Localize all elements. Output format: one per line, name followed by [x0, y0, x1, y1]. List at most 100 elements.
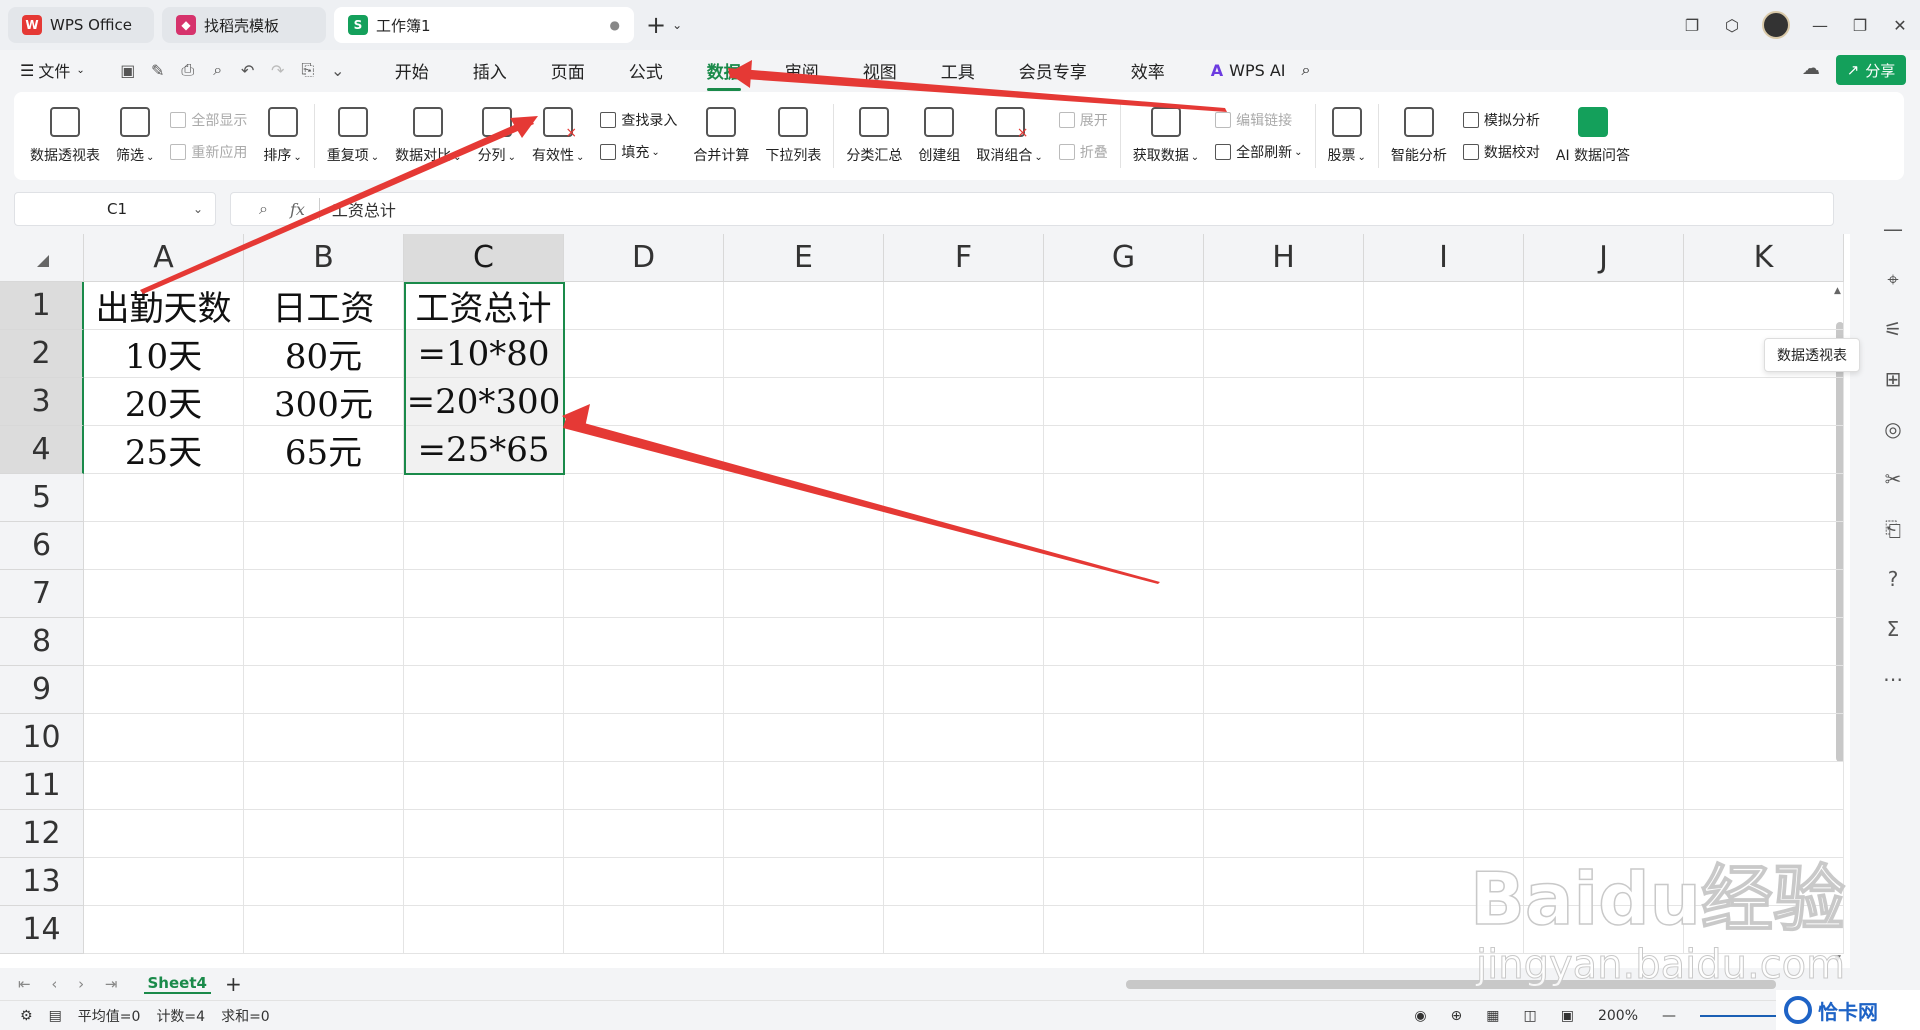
- cell-c8[interactable]: [404, 618, 564, 666]
- cell-b10[interactable]: [244, 714, 404, 762]
- sort-button[interactable]: 排序 ⌄: [255, 107, 309, 165]
- export-icon[interactable]: ⎘: [293, 60, 323, 80]
- tab-view[interactable]: 视图: [841, 58, 919, 83]
- print-preview-icon[interactable]: ⌕: [203, 60, 233, 80]
- cloud-upload-icon[interactable]: ☁: [1802, 58, 1820, 79]
- cell-h8[interactable]: [1204, 618, 1364, 666]
- cell-c6[interactable]: [404, 522, 564, 570]
- cell-c14[interactable]: [404, 906, 564, 954]
- more-icon[interactable]: ⋯: [1883, 654, 1903, 704]
- cell-h12[interactable]: [1204, 810, 1364, 858]
- cell-k8[interactable]: [1684, 618, 1844, 666]
- cell-j3[interactable]: [1524, 378, 1684, 426]
- show-all-button[interactable]: 全部显示: [170, 110, 247, 130]
- cell-g6[interactable]: [1044, 522, 1204, 570]
- hamburger-icon[interactable]: ☰: [20, 61, 34, 80]
- cell-f14[interactable]: [884, 906, 1044, 954]
- sum-icon[interactable]: Σ: [1887, 604, 1900, 654]
- cell-e8[interactable]: [724, 618, 884, 666]
- cell-f6[interactable]: [884, 522, 1044, 570]
- cell-c2[interactable]: =10*80: [404, 330, 564, 378]
- cell-k9[interactable]: [1684, 666, 1844, 714]
- reapply-button[interactable]: 重新应用: [170, 142, 247, 162]
- cell-g5[interactable]: [1044, 474, 1204, 522]
- cell-b7[interactable]: [244, 570, 404, 618]
- cell-j10[interactable]: [1524, 714, 1684, 762]
- tab-template[interactable]: ◆ 找稻壳模板: [162, 7, 326, 43]
- cell-d4[interactable]: [564, 426, 724, 474]
- print-icon[interactable]: ⎙: [173, 60, 203, 80]
- cell-j11[interactable]: [1524, 762, 1684, 810]
- column-header-f[interactable]: F: [884, 234, 1044, 282]
- get-data-button[interactable]: 获取数据 ⌄: [1125, 107, 1207, 165]
- cell-f8[interactable]: [884, 618, 1044, 666]
- cell-a3[interactable]: 20天: [84, 378, 244, 426]
- fill-button[interactable]: 填充 ⌄: [600, 142, 677, 162]
- column-header-b[interactable]: B: [244, 234, 404, 282]
- row-header-13[interactable]: 13: [0, 858, 84, 906]
- cell-g7[interactable]: [1044, 570, 1204, 618]
- restore-icon[interactable]: ❐: [1840, 16, 1880, 35]
- tab-review[interactable]: 审阅: [763, 58, 841, 83]
- normal-view-icon[interactable]: ▦: [1486, 1008, 1499, 1024]
- cell-i4[interactable]: [1364, 426, 1524, 474]
- column-header-a[interactable]: A: [84, 234, 244, 282]
- cell-d10[interactable]: [564, 714, 724, 762]
- cell-f4[interactable]: [884, 426, 1044, 474]
- cell-h4[interactable]: [1204, 426, 1364, 474]
- cell-b2[interactable]: 80元: [244, 330, 404, 378]
- fx-icon[interactable]: fx: [290, 200, 305, 219]
- cell-b13[interactable]: [244, 858, 404, 906]
- cell-k4[interactable]: [1684, 426, 1844, 474]
- cell-e12[interactable]: [724, 810, 884, 858]
- cell-f7[interactable]: [884, 570, 1044, 618]
- cell-d11[interactable]: [564, 762, 724, 810]
- zoom-level[interactable]: 200%: [1598, 1008, 1638, 1024]
- tab-wps-office[interactable]: W WPS Office: [8, 7, 154, 43]
- cell-h11[interactable]: [1204, 762, 1364, 810]
- column-header-e[interactable]: E: [724, 234, 884, 282]
- cell-e9[interactable]: [724, 666, 884, 714]
- cell-g14[interactable]: [1044, 906, 1204, 954]
- column-header-g[interactable]: G: [1044, 234, 1204, 282]
- cell-f10[interactable]: [884, 714, 1044, 762]
- tab-workbook[interactable]: S 工作簿1 ●: [334, 7, 634, 43]
- tab-efficiency[interactable]: 效率: [1109, 58, 1187, 83]
- search-icon[interactable]: ⌕: [1302, 60, 1311, 80]
- cell-d9[interactable]: [564, 666, 724, 714]
- row-header-14[interactable]: 14: [0, 906, 84, 954]
- cell-c11[interactable]: [404, 762, 564, 810]
- add-sheet-icon[interactable]: +: [225, 972, 242, 996]
- row-header-9[interactable]: 9: [0, 666, 84, 714]
- sheet-tab-active[interactable]: Sheet4: [143, 974, 211, 994]
- cell-i1[interactable]: [1364, 282, 1524, 330]
- subtotal-button[interactable]: 分类汇总: [838, 107, 910, 165]
- row-header-12[interactable]: 12: [0, 810, 84, 858]
- data-verify-button[interactable]: 数据校对: [1462, 142, 1540, 162]
- cell-i7[interactable]: [1364, 570, 1524, 618]
- save-icon[interactable]: ▣: [113, 61, 143, 80]
- book-icon[interactable]: ⎗: [1885, 504, 1901, 554]
- tools-icon[interactable]: ✂: [1885, 454, 1902, 504]
- row-header-8[interactable]: 8: [0, 618, 84, 666]
- cell-a9[interactable]: [84, 666, 244, 714]
- row-header-11[interactable]: 11: [0, 762, 84, 810]
- tab-home[interactable]: 开始: [373, 58, 451, 83]
- cell-h2[interactable]: [1204, 330, 1364, 378]
- row-header-1[interactable]: 1: [0, 282, 84, 330]
- tab-data[interactable]: 数据: [685, 58, 763, 91]
- zoom-slider[interactable]: [1700, 1014, 1780, 1017]
- cell-i3[interactable]: [1364, 378, 1524, 426]
- cell-e5[interactable]: [724, 474, 884, 522]
- cell-a8[interactable]: [84, 618, 244, 666]
- tab-tools[interactable]: 工具: [919, 58, 997, 83]
- cell-f5[interactable]: [884, 474, 1044, 522]
- cell-a14[interactable]: [84, 906, 244, 954]
- wps-ai-button[interactable]: A WPS AI ⌕: [1211, 60, 1311, 80]
- cell-j4[interactable]: [1524, 426, 1684, 474]
- cell-i9[interactable]: [1364, 666, 1524, 714]
- ungroup-button[interactable]: 取消组合⌄: [968, 107, 1050, 165]
- cell-k1[interactable]: [1684, 282, 1844, 330]
- cell-e7[interactable]: [724, 570, 884, 618]
- cell-j5[interactable]: [1524, 474, 1684, 522]
